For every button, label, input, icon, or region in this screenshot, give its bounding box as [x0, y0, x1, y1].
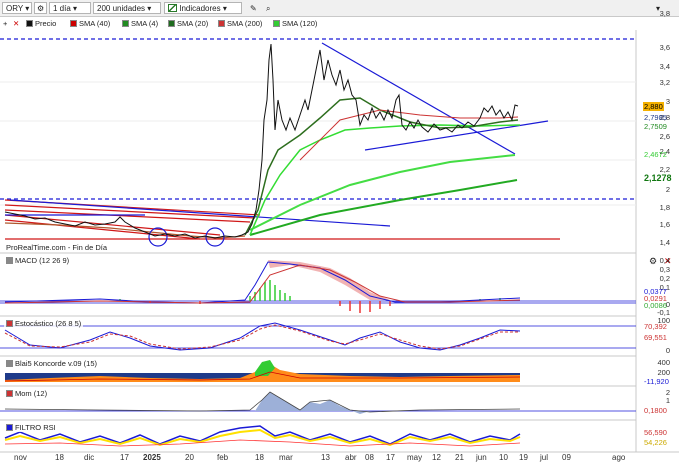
price-tick: 3 — [665, 97, 670, 106]
momentum-panel — [0, 391, 636, 414]
price-tick: 2,6 — [659, 132, 670, 141]
koncorde-tag: -11,920 — [644, 377, 669, 386]
macd-label[interactable]: MACD (12 26 9) — [4, 256, 72, 265]
x-tick: 19 — [519, 453, 528, 462]
x-tick: 13 — [321, 453, 330, 462]
x-tick: ago — [612, 453, 626, 462]
macd-tick: 0,2 — [659, 274, 670, 283]
macd-settings-icon[interactable]: ⚙ — [649, 256, 657, 267]
x-tick: mar — [279, 453, 293, 462]
x-tick: 10 — [499, 453, 508, 462]
rsi-tag: 54,226 — [644, 438, 667, 447]
x-tick: 12 — [432, 453, 441, 462]
marker-circle — [148, 227, 168, 247]
price-tag-last: 2,880 — [643, 102, 664, 111]
x-tick: 18 — [55, 453, 64, 462]
x-tick: 17 — [386, 453, 395, 462]
rsi-tag: 56,590 — [644, 428, 667, 437]
chart-canvas — [0, 30, 679, 453]
rsi-panel — [4, 425, 521, 447]
koncorde-tick: 200 — [657, 368, 670, 377]
price-tick: 3,6 — [659, 43, 670, 52]
price-tick: 1,4 — [659, 238, 670, 247]
koncorde-label[interactable]: Blai5 Koncorde v.09 (15) — [4, 359, 99, 368]
x-tick: 2025 — [143, 453, 161, 462]
x-tick: 18 — [255, 453, 264, 462]
price-tag-sma40: 2,7509 — [644, 122, 667, 131]
momentum-label[interactable]: Mom (12) — [4, 389, 50, 398]
x-tick: jun — [476, 453, 487, 462]
price-tick: 1,8 — [659, 203, 670, 212]
x-tick: may — [407, 453, 423, 462]
x-tick: jul — [540, 453, 549, 462]
price-tick: 3,8 — [659, 9, 670, 18]
macd-tick: 0,3 — [659, 265, 670, 274]
stoch-tag: 69,551 — [644, 333, 667, 342]
price-tick: 1,6 — [659, 220, 670, 229]
price-tag-sma20: 2,7985 — [644, 113, 667, 122]
stoch-tick: 0 — [665, 346, 670, 355]
price-tag-sma120: 2,4672 — [644, 150, 667, 159]
koncorde-tick: 400 — [657, 358, 670, 367]
price-tag-sma200: 2,1278 — [644, 173, 672, 183]
stochastic-label[interactable]: Estocástico (26 8 5) — [4, 319, 84, 328]
x-tick: feb — [217, 453, 229, 462]
mom-tick: 1 — [665, 396, 670, 405]
price-tick: 3,2 — [659, 78, 670, 87]
x-tick: abr — [345, 453, 357, 462]
x-tick: 17 — [120, 453, 129, 462]
price-tick: 2 — [665, 185, 670, 194]
x-tick: nov — [14, 453, 27, 462]
x-tick: 08 — [365, 453, 374, 462]
mom-tag: 0,1800 — [644, 406, 667, 415]
rsi-label[interactable]: FILTRO RSI — [4, 423, 58, 432]
stoch-tag: 70,392 — [644, 322, 667, 331]
macd-tick: 0,4 — [659, 256, 670, 265]
stochastic-panel — [0, 322, 636, 351]
x-tick: 20 — [185, 453, 194, 462]
x-tick: 09 — [562, 453, 571, 462]
macd-tag: 0,0086 — [644, 301, 667, 310]
price-tick: 3,4 — [659, 62, 670, 71]
watermark: ProRealTime.com - Fin de Día — [6, 243, 108, 252]
macd-panel — [0, 260, 636, 313]
sma200-green-line — [249, 179, 518, 236]
x-tick: dic — [84, 453, 95, 462]
x-tick: 21 — [455, 453, 464, 462]
